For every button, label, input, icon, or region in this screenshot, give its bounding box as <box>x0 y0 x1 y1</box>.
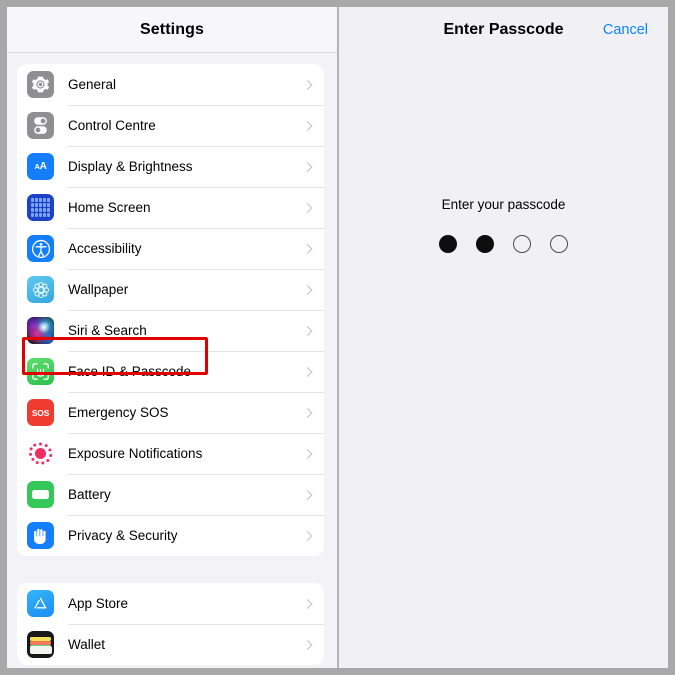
sidebar-item-battery[interactable]: Battery <box>17 474 324 515</box>
sidebar-item-wallpaper[interactable]: Wallpaper <box>17 269 324 310</box>
page-title: Settings <box>140 20 204 38</box>
sidebar-item-wallet[interactable]: Wallet <box>17 624 324 665</box>
battery-icon <box>27 481 54 508</box>
sidebar-item-general[interactable]: General <box>17 64 324 105</box>
sidebar-header: Settings <box>7 7 337 53</box>
sidebar-item-label: App Store <box>68 596 129 611</box>
sidebar-item-home-screen[interactable]: Home Screen <box>17 187 324 228</box>
passcode-detail-pane: Enter Passcode Cancel Enter your passcod… <box>339 7 668 668</box>
sidebar-item-control-centre[interactable]: Control Centre <box>17 105 324 146</box>
sidebar-item-label: General <box>68 77 117 92</box>
sidebar-item-label: Emergency SOS <box>68 405 169 420</box>
sidebar-scroll-area[interactable]: General Control Centre A A Display & Bri… <box>7 53 337 668</box>
chevron-right-icon <box>302 530 313 541</box>
sidebar-item-label: Face ID & Passcode <box>68 364 192 379</box>
sidebar-item-siri-search[interactable]: Siri & Search <box>17 310 324 351</box>
app-store-icon <box>27 590 54 617</box>
chevron-right-icon <box>302 161 313 172</box>
wallpaper-icon <box>27 276 54 303</box>
sidebar-item-exposure-notifications[interactable]: Exposure Notifications <box>17 433 324 474</box>
chevron-right-icon <box>302 598 313 609</box>
settings-group-store: App Store Wallet <box>17 583 324 665</box>
sidebar-item-display-brightness[interactable]: AA Display & Brightness <box>17 146 324 187</box>
sidebar-item-privacy-security[interactable]: Privacy & Security <box>17 515 324 556</box>
passcode-prompt: Enter your passcode <box>441 197 566 212</box>
wallet-icon <box>27 631 54 658</box>
privacy-hand-icon <box>27 522 54 549</box>
chevron-right-icon <box>302 284 313 295</box>
settings-group-system: General Control Centre A A Display & Bri… <box>17 64 324 556</box>
chevron-right-icon <box>302 202 313 213</box>
home-screen-icon <box>27 194 54 221</box>
sidebar-item-label: Control Centre <box>68 118 156 133</box>
passcode-dots[interactable] <box>439 235 568 253</box>
cancel-button[interactable]: Cancel <box>603 22 648 38</box>
chevron-right-icon <box>302 639 313 650</box>
siri-icon <box>27 317 54 344</box>
control-centre-icon <box>27 112 54 139</box>
face-id-icon <box>27 358 54 385</box>
sidebar-item-label: Home Screen <box>68 200 151 215</box>
sidebar-item-label: Wallet <box>68 637 106 652</box>
chevron-right-icon <box>302 79 313 90</box>
sidebar-item-label: Wallpaper <box>68 282 129 297</box>
sidebar-item-accessibility[interactable]: Accessibility <box>17 228 324 269</box>
passcode-dot-empty <box>550 235 568 253</box>
sidebar-item-label: Siri & Search <box>68 323 147 338</box>
chevron-right-icon <box>302 120 313 131</box>
chevron-right-icon <box>302 489 313 500</box>
sidebar-item-label: Accessibility <box>68 241 142 256</box>
chevron-right-icon <box>302 325 313 336</box>
sidebar-item-emergency-sos[interactable]: SOS Emergency SOS <box>17 392 324 433</box>
passcode-dot-filled <box>439 235 457 253</box>
sidebar-item-app-store[interactable]: App Store <box>17 583 324 624</box>
exposure-notifications-icon <box>27 440 54 467</box>
sidebar-item-label: Battery <box>68 487 111 502</box>
chevron-right-icon <box>302 448 313 459</box>
detail-header: Enter Passcode Cancel <box>339 7 668 52</box>
passcode-entry-area: Enter your passcode <box>339 197 668 253</box>
settings-sidebar: Settings General Control Centre A A Disp… <box>7 7 337 668</box>
chevron-right-icon <box>302 243 313 254</box>
sidebar-item-label: Exposure Notifications <box>68 446 203 461</box>
chevron-right-icon <box>302 366 313 377</box>
gear-icon <box>27 71 54 98</box>
ipad-settings-window: Settings General Control Centre A A Disp… <box>7 7 668 668</box>
display-brightness-icon: AA <box>27 153 54 180</box>
accessibility-icon <box>27 235 54 262</box>
passcode-dot-filled <box>476 235 494 253</box>
sidebar-item-face-id-passcode[interactable]: Face ID & Passcode <box>17 351 324 392</box>
sos-icon: SOS <box>27 399 54 426</box>
chevron-right-icon <box>302 407 313 418</box>
sidebar-item-label: Display & Brightness <box>68 159 193 174</box>
passcode-dot-empty <box>513 235 531 253</box>
sidebar-item-label: Privacy & Security <box>68 528 178 543</box>
detail-title: Enter Passcode <box>443 20 564 38</box>
